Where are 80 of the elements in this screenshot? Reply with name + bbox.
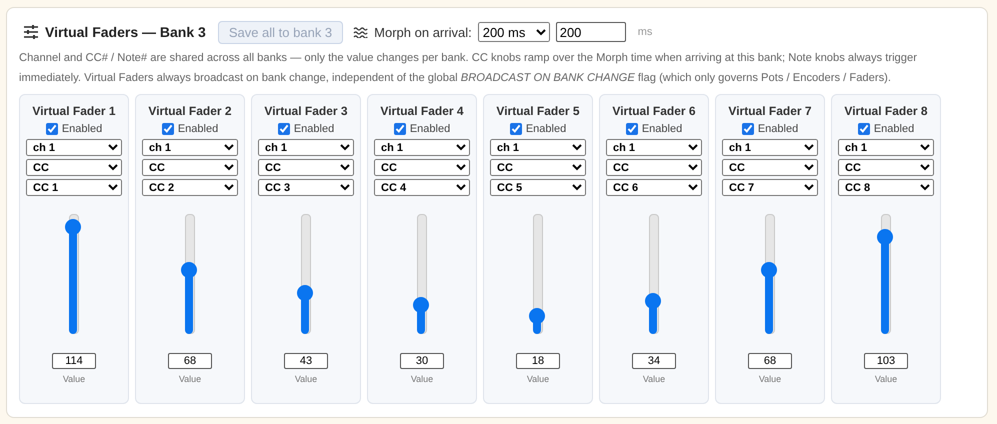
type-select[interactable]: CC <box>258 159 354 176</box>
number-select[interactable]: CC 7 <box>722 179 818 196</box>
number-select[interactable]: CC 1 <box>26 179 122 196</box>
channel-select[interactable]: ch 1 <box>374 139 470 156</box>
value-label: Value <box>294 374 318 384</box>
value-label: Value <box>410 374 434 384</box>
slider-thumb[interactable] <box>529 308 545 324</box>
value-input[interactable]: 68 <box>168 353 212 369</box>
enabled-label: Enabled <box>410 123 450 135</box>
fader-title: Virtual Fader 8 <box>844 104 928 118</box>
type-select[interactable]: CC <box>26 159 122 176</box>
type-select[interactable]: CC <box>838 159 934 176</box>
sliders-icon <box>23 25 39 39</box>
enabled-label: Enabled <box>178 123 218 135</box>
waves-icon <box>353 26 368 38</box>
enabled-label: Enabled <box>526 123 566 135</box>
fader-title: Virtual Fader 4 <box>380 104 464 118</box>
morph-input[interactable]: 200 <box>556 22 626 42</box>
slider-thumb[interactable] <box>181 262 197 278</box>
number-select[interactable]: CC 3 <box>258 179 354 196</box>
channel-select[interactable]: ch 1 <box>258 139 354 156</box>
unit-label: ms <box>638 26 652 38</box>
slider-thumb[interactable] <box>877 229 893 246</box>
channel-select[interactable]: ch 1 <box>838 139 934 156</box>
enabled-label: Enabled <box>294 123 334 135</box>
fader-title: Virtual Fader 2 <box>148 104 232 118</box>
type-select[interactable]: CC <box>722 159 818 176</box>
number-select[interactable]: CC 6 <box>606 179 702 196</box>
channel-select[interactable]: ch 1 <box>606 139 702 156</box>
fader-title: Virtual Fader 1 <box>32 104 116 118</box>
slider-thumb[interactable] <box>761 262 777 278</box>
enabled-checkbox[interactable] <box>742 123 754 135</box>
channel-select[interactable]: ch 1 <box>26 139 122 156</box>
slider-thumb[interactable] <box>413 297 429 314</box>
enabled-checkbox[interactable] <box>278 123 290 135</box>
enabled-label: Enabled <box>874 123 914 135</box>
enabled-checkbox[interactable] <box>858 123 870 135</box>
channel-select[interactable]: ch 1 <box>722 139 818 156</box>
value-input[interactable]: 68 <box>748 353 792 369</box>
fader-title: Virtual Fader 6 <box>612 104 696 118</box>
value-input[interactable]: 34 <box>632 353 676 369</box>
value-label: Value <box>526 374 550 384</box>
fader-title: Virtual Fader 7 <box>728 104 812 118</box>
morph-label: Morph on arrival: <box>374 24 472 40</box>
number-select[interactable]: CC 5 <box>490 179 586 196</box>
enabled-label: Enabled <box>758 123 798 135</box>
value-label: Value <box>178 374 202 384</box>
enabled-label: Enabled <box>642 123 682 135</box>
enabled-checkbox[interactable] <box>394 123 406 135</box>
slider-thumb[interactable] <box>297 285 313 301</box>
panel-title: Virtual Faders — Bank 3 <box>45 24 206 40</box>
slider-thumb[interactable] <box>65 219 81 236</box>
value-label: Value <box>642 374 666 384</box>
enabled-checkbox[interactable] <box>626 123 638 135</box>
channel-select[interactable]: ch 1 <box>142 139 238 156</box>
enabled-label: Enabled <box>62 123 102 135</box>
value-label: Value <box>62 374 86 384</box>
value-label: Value <box>874 374 898 384</box>
type-select[interactable]: CC <box>142 159 238 176</box>
enabled-checkbox[interactable] <box>162 123 174 135</box>
slider-thumb[interactable] <box>645 293 661 310</box>
value-input[interactable]: 103 <box>864 353 908 369</box>
fader-title: Virtual Fader 5 <box>496 104 580 118</box>
enabled-checkbox[interactable] <box>510 123 522 135</box>
value-input[interactable]: 18 <box>516 353 560 369</box>
morph-select[interactable]: 200 ms <box>478 22 550 42</box>
value-input[interactable]: 43 <box>284 353 328 369</box>
value-input[interactable]: 30 <box>400 353 444 369</box>
type-select[interactable]: CC <box>490 159 586 176</box>
enabled-checkbox[interactable] <box>46 123 58 135</box>
number-select[interactable]: CC 2 <box>142 179 238 196</box>
number-select[interactable]: CC 8 <box>838 179 934 196</box>
value-input[interactable]: 114 <box>52 353 96 369</box>
value-label: Value <box>758 374 782 384</box>
type-select[interactable]: CC <box>374 159 470 176</box>
channel-select[interactable]: ch 1 <box>490 139 586 156</box>
description-text: Channel and CC# / Note# are shared across all banks — only the value changes per bank. CC knobs ramp over the Morph time when arriving at this bank; Note knobs always trigger immediately. Virtual Faders always broadcast on bank change, independent of the global BROADCAST ON BANK CHANGE flag (which only governs Pots / Encoders / Faders). <box>19 51 918 86</box>
number-select[interactable]: CC 4 <box>374 179 470 196</box>
fader-title: Virtual Fader 3 <box>264 104 348 118</box>
type-select[interactable]: CC <box>606 159 702 176</box>
